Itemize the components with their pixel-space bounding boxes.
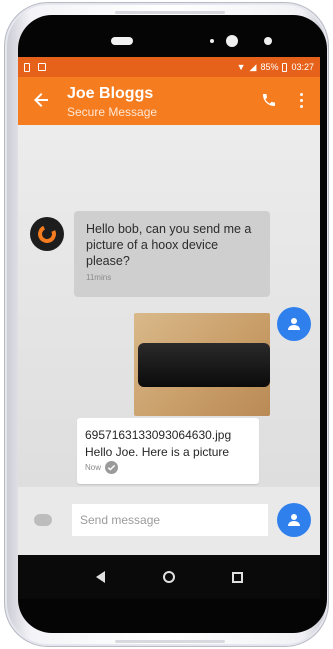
wifi-icon: ▼ <box>236 62 246 72</box>
more-vert-icon[interactable] <box>294 89 308 111</box>
message-text: Hello bob, can you send me a picture of … <box>86 222 252 268</box>
sensor-dot <box>210 39 214 43</box>
message-list[interactable]: Hello bob, can you send me a picture of … <box>18 125 320 487</box>
bottom-speaker <box>115 640 225 643</box>
user-avatar <box>277 307 311 341</box>
battery-level: 85% <box>260 62 279 72</box>
attachment-filename: 6957163133093064630.jpg <box>85 428 232 442</box>
message-text: Hello Joe. Here is a picture <box>85 445 230 459</box>
outgoing-message[interactable]: 6957163133093064630.jpg Hello Joe. Here … <box>77 418 259 484</box>
incoming-message[interactable]: Hello bob, can you send me a picture of … <box>74 211 270 297</box>
nav-recent-icon[interactable] <box>223 562 253 592</box>
back-arrow-icon[interactable] <box>28 87 54 113</box>
message-time: 11mins <box>86 273 112 282</box>
app-bar: Joe Bloggs Secure Message <box>18 77 320 125</box>
screen: ▼ ◢ 85% 03:27 Joe Bloggs Secure Message … <box>18 57 320 555</box>
image-attachment[interactable] <box>134 313 270 416</box>
message-time: Now <box>85 462 102 472</box>
signal-icon: ◢ <box>249 61 257 72</box>
top-speaker <box>115 11 225 14</box>
clock: 03:27 <box>291 62 314 72</box>
status-bar: ▼ ◢ 85% 03:27 <box>18 57 320 77</box>
device-photo <box>138 343 270 387</box>
front-camera <box>226 35 238 47</box>
sensor-dot-right <box>264 37 272 45</box>
battery-icon <box>282 62 288 72</box>
gallery-notification-icon <box>38 63 46 71</box>
brand-ring-icon <box>35 222 59 246</box>
message-input[interactable] <box>72 504 268 536</box>
earpiece <box>111 37 133 45</box>
conversation-subtitle: Secure Message <box>67 105 158 119</box>
composer-bar <box>18 487 320 555</box>
system-nav-bar <box>18 555 320 599</box>
phone-icon[interactable] <box>258 89 280 111</box>
nav-back-icon[interactable] <box>85 562 115 592</box>
contact-name: Joe Bloggs <box>67 85 154 102</box>
send-avatar-button[interactable] <box>277 503 311 537</box>
check-icon <box>105 461 119 474</box>
person-icon <box>288 318 300 330</box>
contact-avatar <box>30 217 64 251</box>
notification-icon <box>24 62 30 72</box>
person-icon <box>288 514 300 526</box>
emoji-icon[interactable] <box>34 514 52 526</box>
nav-home-icon[interactable] <box>154 562 184 592</box>
